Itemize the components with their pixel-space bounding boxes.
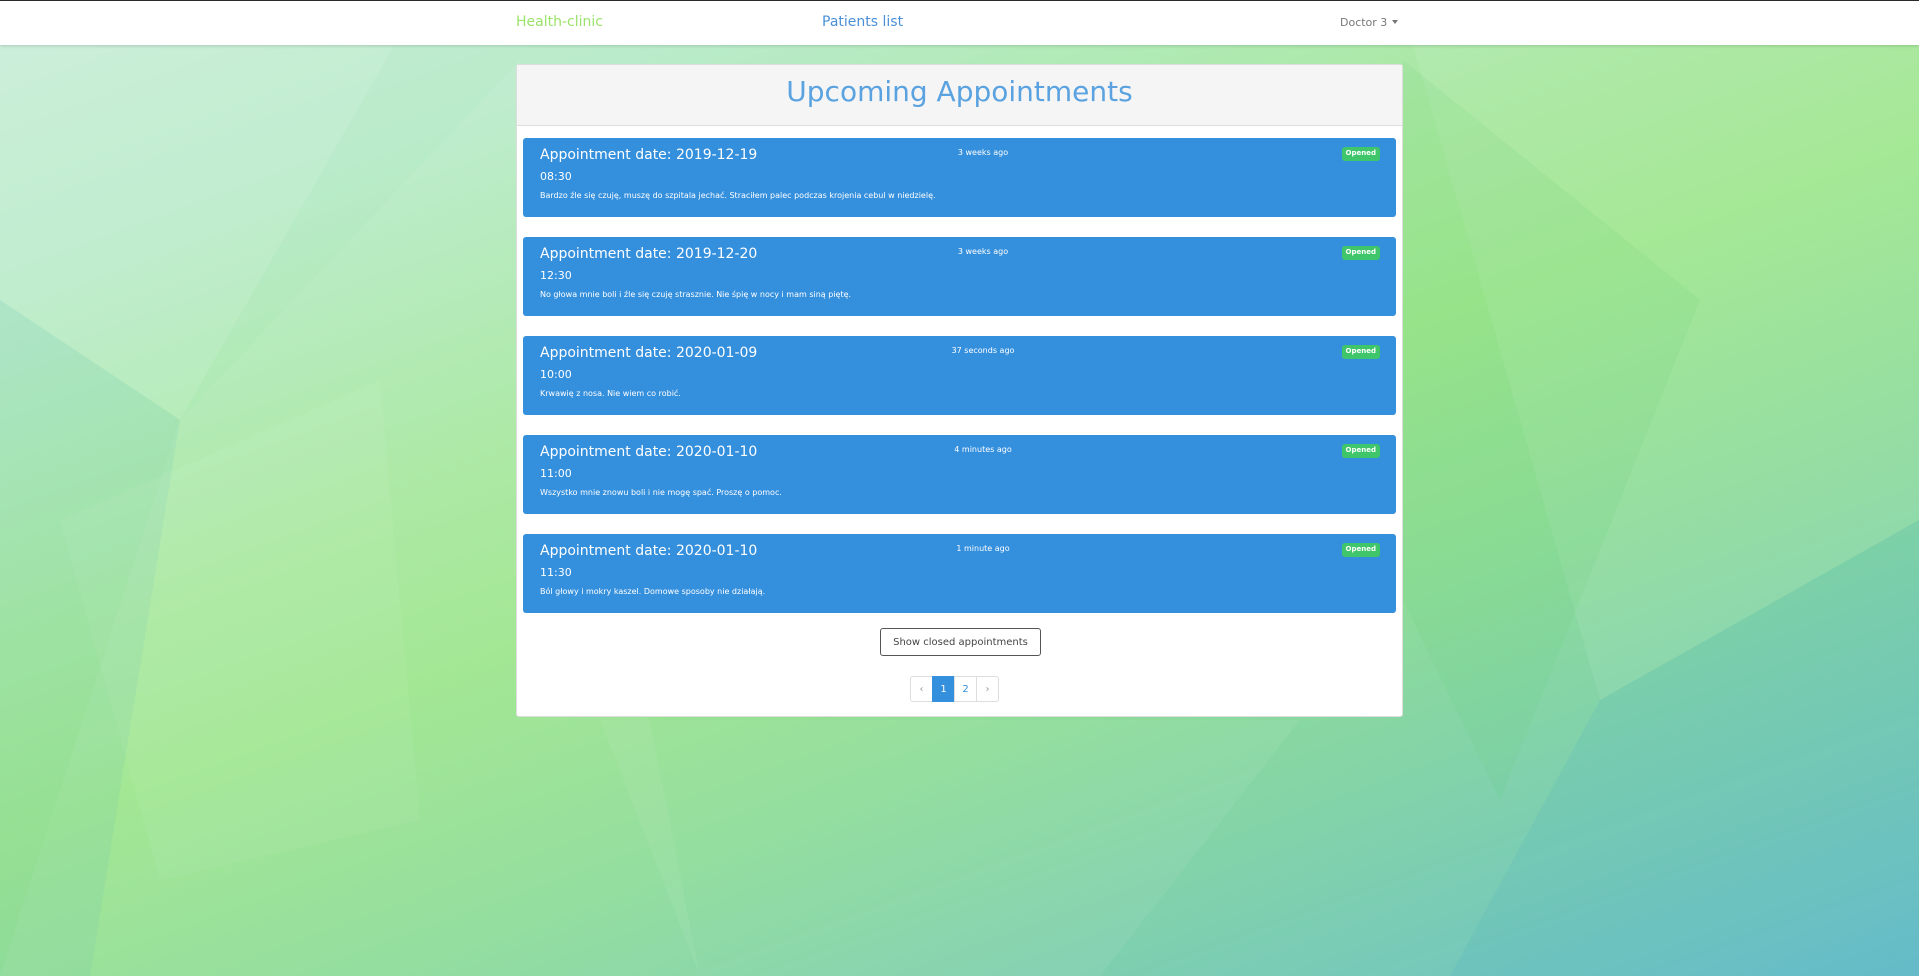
appointment-list: Appointment date: 2019-12-19 3 weeks ago… [517,126,1402,613]
pagination: ‹ 1 2 › [910,676,999,702]
appointment-date: Appointment date: 2020-01-09 [540,345,758,361]
appointment-time: 10:00 [540,368,572,381]
status-badge: Opened [1341,543,1380,557]
status-badge: Opened [1341,444,1380,458]
appointment-date: Appointment date: 2019-12-19 [540,147,758,163]
appointment-description: Ból głowy i mokry kaszel. Domowe sposoby… [540,587,766,596]
appointment-date: Appointment date: 2020-01-10 [540,444,758,460]
appointment-card[interactable]: Appointment date: 2020-01-10 1 minute ag… [523,534,1396,613]
appointment-description: Wszystko mnie znowu boli i nie mogę spać… [540,488,782,497]
status-badge: Opened [1341,147,1380,161]
patients-list-link[interactable]: Patients list [822,14,903,30]
appointment-time-ago: 4 minutes ago [954,445,1012,454]
appointments-panel: Upcoming Appointments Appointment date: … [516,64,1403,717]
appointment-date: Appointment date: 2019-12-20 [540,246,758,262]
appointment-card[interactable]: Appointment date: 2020-01-10 4 minutes a… [523,435,1396,514]
appointment-description: Krwawię z nosa. Nie wiem co robić. [540,389,681,398]
user-name: Doctor 3 [1340,16,1388,29]
caret-down-icon [1392,20,1399,24]
appointment-time: 08:30 [540,170,572,183]
top-navbar: Health-clinic Patients list Doctor 3 [0,0,1919,45]
appointment-time-ago: 1 minute ago [956,544,1010,553]
pagination-page-1[interactable]: 1 [932,676,955,702]
pagination-next[interactable]: › [976,676,999,702]
panel-heading: Upcoming Appointments [517,65,1402,126]
status-badge: Opened [1341,345,1380,359]
appointment-time: 11:00 [540,467,572,480]
appointment-card[interactable]: Appointment date: 2019-12-19 3 weeks ago… [523,138,1396,217]
appointment-time: 11:30 [540,566,572,579]
status-badge: Opened [1341,246,1380,260]
appointment-time-ago: 3 weeks ago [957,247,1009,256]
appointment-card[interactable]: Appointment date: 2020-01-09 37 seconds … [523,336,1396,415]
brand-link[interactable]: Health-clinic [516,14,603,30]
pagination-page-2[interactable]: 2 [954,676,977,702]
show-closed-appointments-button[interactable]: Show closed appointments [880,628,1041,656]
user-dropdown[interactable]: Doctor 3 [1340,16,1399,29]
appointment-time-ago: 3 weeks ago [957,148,1009,157]
appointment-card[interactable]: Appointment date: 2019-12-20 3 weeks ago… [523,237,1396,316]
pagination-prev[interactable]: ‹ [910,676,933,702]
appointment-date: Appointment date: 2020-01-10 [540,543,758,559]
appointment-description: No głowa mnie boli i źle się czuję stras… [540,290,852,299]
appointment-time-ago: 37 seconds ago [951,346,1015,355]
page-title: Upcoming Appointments [786,75,1133,108]
appointment-time: 12:30 [540,269,572,282]
appointment-description: Bardzo źle się czuję, muszę do szpitala … [540,191,936,200]
